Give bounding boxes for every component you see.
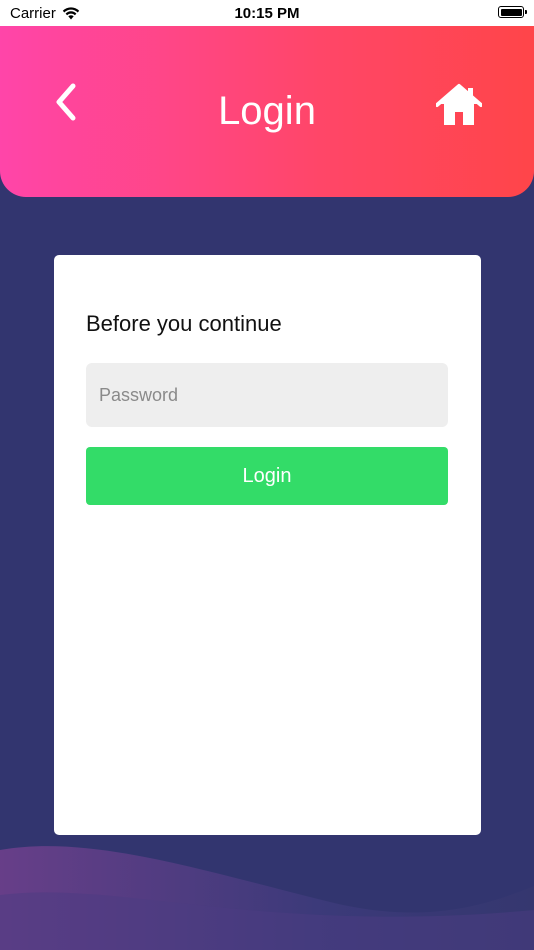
status-time: 10:15 PM <box>234 5 300 22</box>
app-header: Login <box>0 26 534 197</box>
battery-icon <box>498 6 527 18</box>
bottom-wave-decoration <box>0 846 534 950</box>
status-bar: Carrier 10:15 PM <box>0 0 534 26</box>
login-button[interactable]: Login <box>86 447 448 505</box>
card-heading: Before you continue <box>86 311 282 336</box>
home-icon <box>436 84 482 125</box>
home-button[interactable] <box>434 80 484 130</box>
login-card: Before you continue Login <box>54 255 481 835</box>
password-input[interactable] <box>86 363 448 427</box>
